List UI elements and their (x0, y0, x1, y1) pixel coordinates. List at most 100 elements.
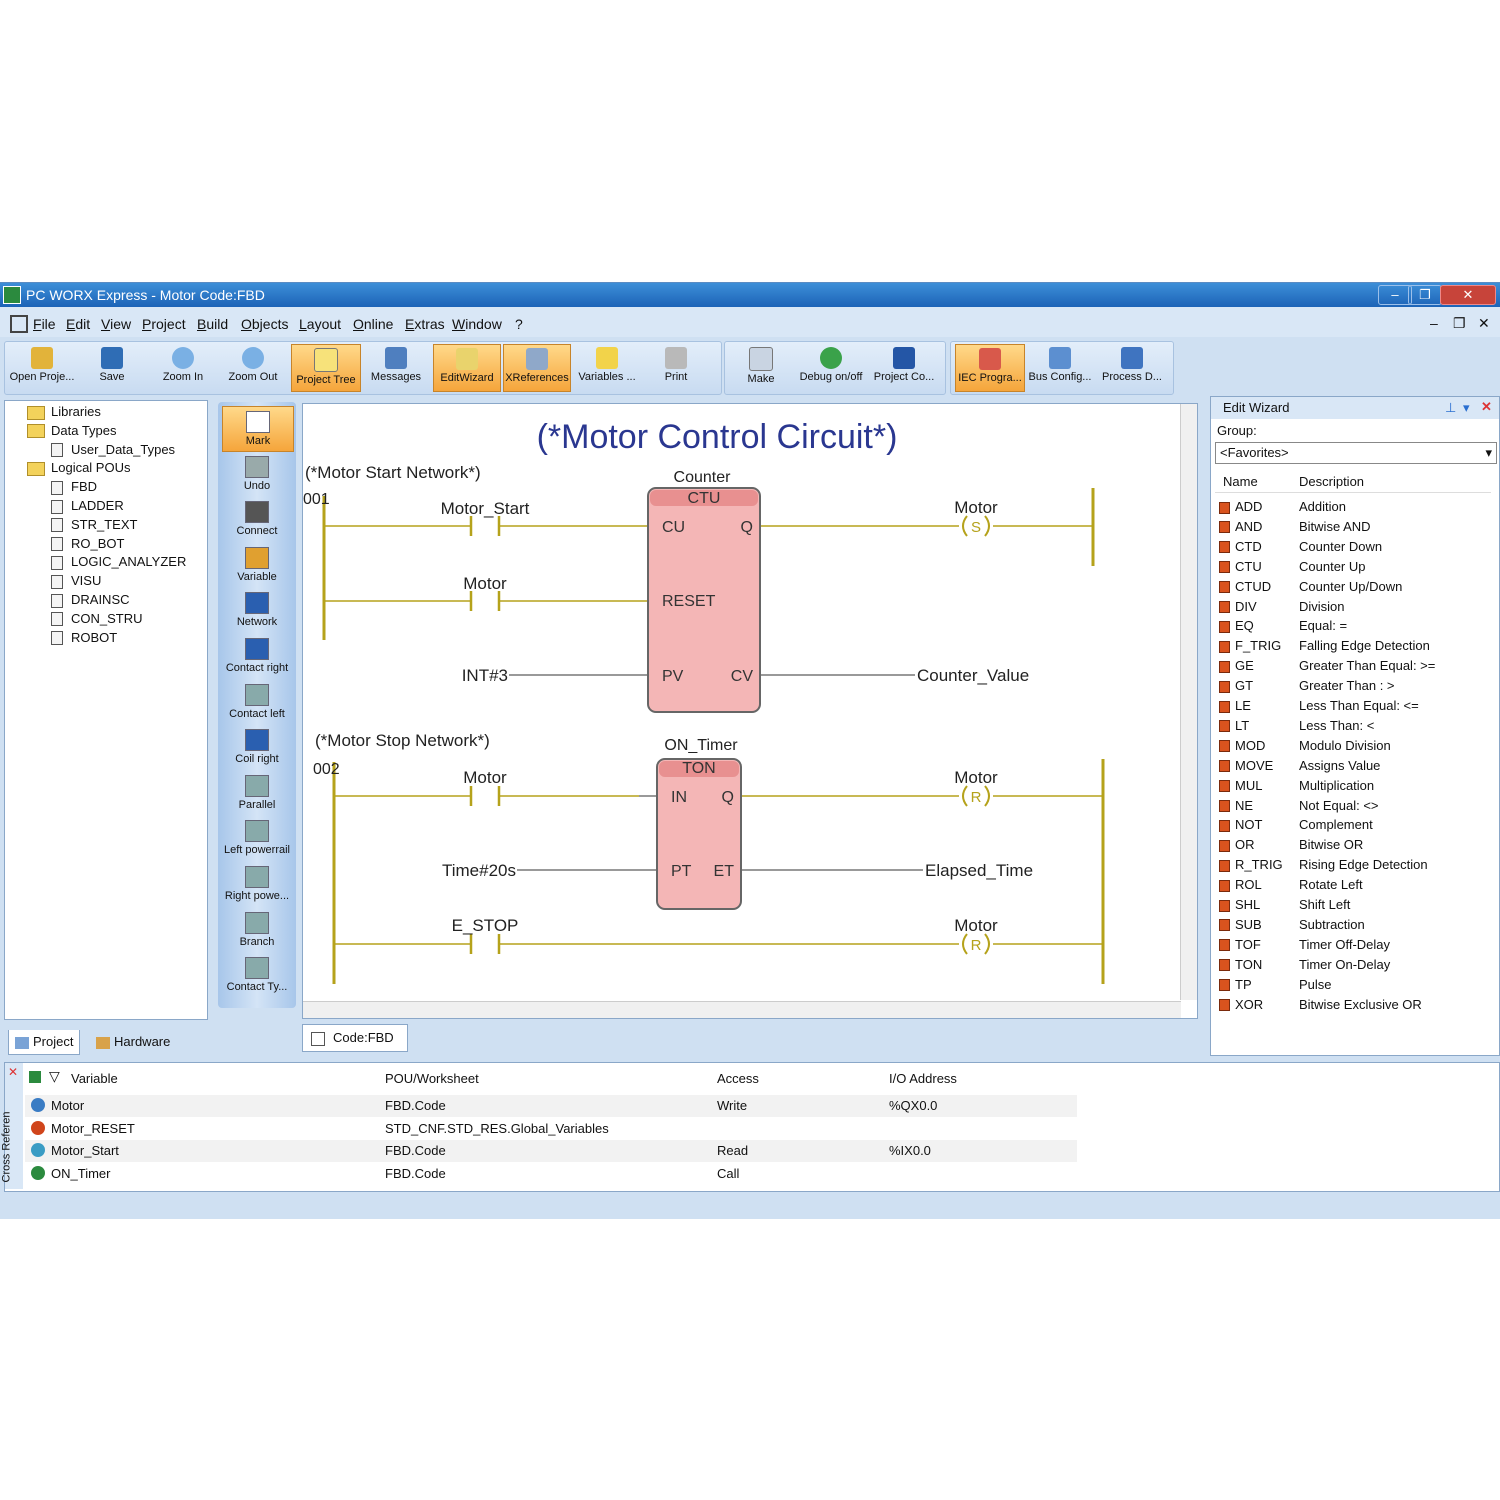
menu-layout[interactable]: Layout (299, 316, 341, 332)
palette-mark[interactable]: Mark (222, 406, 294, 452)
close-icon[interactable]: ✕ (8, 1065, 18, 1079)
wizard-item[interactable]: LT Less Than: < (1219, 718, 1374, 733)
dropdown-icon[interactable]: ▾ (1463, 400, 1470, 416)
column-description[interactable]: Description (1299, 474, 1364, 489)
wizard-item[interactable]: OR Bitwise OR (1219, 837, 1363, 852)
palette-variable[interactable]: Variable (222, 543, 292, 587)
wizard-item[interactable]: TON Timer On-Delay (1219, 957, 1390, 972)
wizard-item[interactable]: CTU Counter Up (1219, 559, 1365, 574)
tab-hardware[interactable]: Hardware (90, 1030, 176, 1054)
palette-contact-left[interactable]: Contact left (222, 680, 292, 724)
tree-item[interactable]: FBD (51, 479, 97, 495)
wizard-item[interactable]: LE Less Than Equal: <= (1219, 698, 1419, 713)
wizard-item[interactable]: GE Greater Than Equal: >= (1219, 658, 1435, 673)
wizard-item[interactable]: CTUD Counter Up/Down (1219, 579, 1402, 594)
tree-item[interactable]: VISU (51, 573, 101, 589)
column-access[interactable]: Access (717, 1071, 759, 1086)
menu-extras[interactable]: Extras (405, 316, 445, 332)
table-row[interactable] (25, 1163, 1077, 1185)
group-select[interactable]: <Favorites> ▾ (1215, 442, 1497, 464)
wizard-item[interactable]: MOD Modulo Division (1219, 738, 1391, 753)
refresh-icon[interactable] (29, 1071, 41, 1083)
toolbar-print[interactable]: Print (645, 344, 707, 390)
toolbar-messages[interactable]: Messages (365, 344, 427, 390)
tree-item[interactable]: LADDER (51, 498, 124, 514)
toolbar-iec-programming[interactable]: IEC Progra... (955, 344, 1025, 392)
toolbar-xreferences[interactable]: XReferences (503, 344, 571, 392)
palette-left-powerrail[interactable]: Left powerrail (222, 816, 292, 860)
toolbar-process-data[interactable]: Process D... (1097, 344, 1167, 390)
wizard-item[interactable]: CTD Counter Down (1219, 539, 1382, 554)
menu-window[interactable]: Window (452, 316, 502, 332)
menu-online[interactable]: Online (353, 316, 393, 332)
wizard-item[interactable]: XOR Bitwise Exclusive OR (1219, 997, 1422, 1012)
toolbar-edit-wizard[interactable]: EditWizard (433, 344, 501, 392)
vertical-scrollbar[interactable] (1180, 404, 1197, 1000)
wizard-item[interactable]: DIV Division (1219, 599, 1345, 614)
tree-item[interactable]: User_Data_Types (51, 442, 175, 458)
wizard-item[interactable]: F_TRIG Falling Edge Detection (1219, 638, 1430, 653)
wizard-item[interactable]: MOVE Assigns Value (1219, 758, 1380, 773)
tree-item[interactable]: DRAINSC (51, 592, 130, 608)
maximize-button[interactable]: ❐ (1408, 285, 1442, 305)
wizard-item[interactable]: NOT Complement (1219, 817, 1373, 832)
menu-file[interactable]: File (33, 316, 56, 332)
tree-item[interactable]: Data Types (27, 423, 117, 439)
palette-network[interactable]: Network (222, 588, 292, 632)
minimize-button[interactable]: – (1378, 285, 1412, 305)
column-name[interactable]: Name (1223, 474, 1258, 489)
tab-project[interactable]: Project (8, 1030, 81, 1055)
mdi-restore-button[interactable]: ❐ (1453, 315, 1466, 332)
wizard-item[interactable]: SHL Shift Left (1219, 897, 1350, 912)
horizontal-scrollbar[interactable] (303, 1001, 1181, 1018)
tree-item[interactable]: STR_TEXT (51, 517, 137, 533)
toolbar-variables[interactable]: Variables ... (575, 344, 639, 390)
mdi-close-button[interactable]: ✕ (1478, 315, 1490, 332)
wizard-item[interactable]: NE Not Equal: <> (1219, 798, 1379, 813)
wizard-item[interactable]: MUL Multiplication (1219, 778, 1374, 793)
wizard-item[interactable]: TOF Timer Off-Delay (1219, 937, 1390, 952)
wizard-item[interactable]: GT Greater Than : > (1219, 678, 1395, 693)
menu-view[interactable]: View (101, 316, 131, 332)
toolbar-bus-config[interactable]: Bus Config... (1027, 344, 1093, 390)
toolbar-zoom-in[interactable]: Zoom In (151, 344, 215, 390)
tab-code-fbd[interactable]: Code:FBD (302, 1024, 408, 1052)
wizard-item[interactable]: SUB Subtraction (1219, 917, 1365, 932)
wizard-item[interactable]: EQ Equal: = (1219, 618, 1347, 633)
tree-item[interactable]: Libraries (27, 404, 101, 420)
menu-objects[interactable]: Objects (241, 316, 288, 332)
tree-item[interactable]: RO_BOT (51, 536, 124, 552)
pin-icon[interactable]: ⊥ (1445, 400, 1456, 416)
toolbar-save[interactable]: Save (83, 344, 141, 390)
wizard-item[interactable]: AND Bitwise AND (1219, 519, 1371, 534)
toolbar-zoom-out[interactable]: Zoom Out (221, 344, 285, 390)
tree-item[interactable]: Logical POUs (27, 460, 130, 476)
menu-build[interactable]: Build (197, 316, 228, 332)
close-button[interactable]: ✕ (1440, 285, 1496, 305)
menu-help[interactable]: ? (515, 316, 523, 332)
toolbar-project-tree[interactable]: Project Tree (291, 344, 361, 392)
close-icon[interactable]: ✕ (1481, 399, 1492, 415)
toolbar-debug[interactable]: Debug on/off (797, 344, 865, 390)
column-variable[interactable]: Variable (71, 1071, 118, 1086)
tree-item[interactable]: ROBOT (51, 630, 117, 646)
palette-branch[interactable]: Branch (222, 908, 292, 952)
palette-parallel[interactable]: Parallel (222, 771, 292, 815)
palette-connect[interactable]: Connect (222, 497, 292, 541)
menu-project[interactable]: Project (142, 316, 186, 332)
fb-ton-on-timer[interactable] (656, 758, 742, 910)
toolbar-project-control[interactable]: Project Co... (869, 344, 939, 390)
fbd-editor[interactable]: (*Motor Control Circuit*) (*Motor Start … (302, 403, 1198, 1019)
wizard-item[interactable]: TP Pulse (1219, 977, 1332, 992)
wizard-item[interactable]: ROL Rotate Left (1219, 877, 1363, 892)
menu-edit[interactable]: Edit (66, 316, 90, 332)
wizard-item[interactable]: R_TRIG Rising Edge Detection (1219, 857, 1428, 872)
palette-contact-right[interactable]: Contact right (222, 634, 292, 678)
toolbar-make[interactable]: Make (731, 344, 791, 390)
palette-contact-type[interactable]: Contact Ty... (222, 953, 292, 997)
wizard-item[interactable]: ADD Addition (1219, 499, 1346, 514)
tree-item[interactable]: CON_STRU (51, 611, 143, 627)
column-io-address[interactable]: I/O Address (889, 1071, 957, 1086)
palette-undo[interactable]: Undo (222, 452, 292, 496)
mdi-minimize-button[interactable]: – (1430, 315, 1438, 331)
